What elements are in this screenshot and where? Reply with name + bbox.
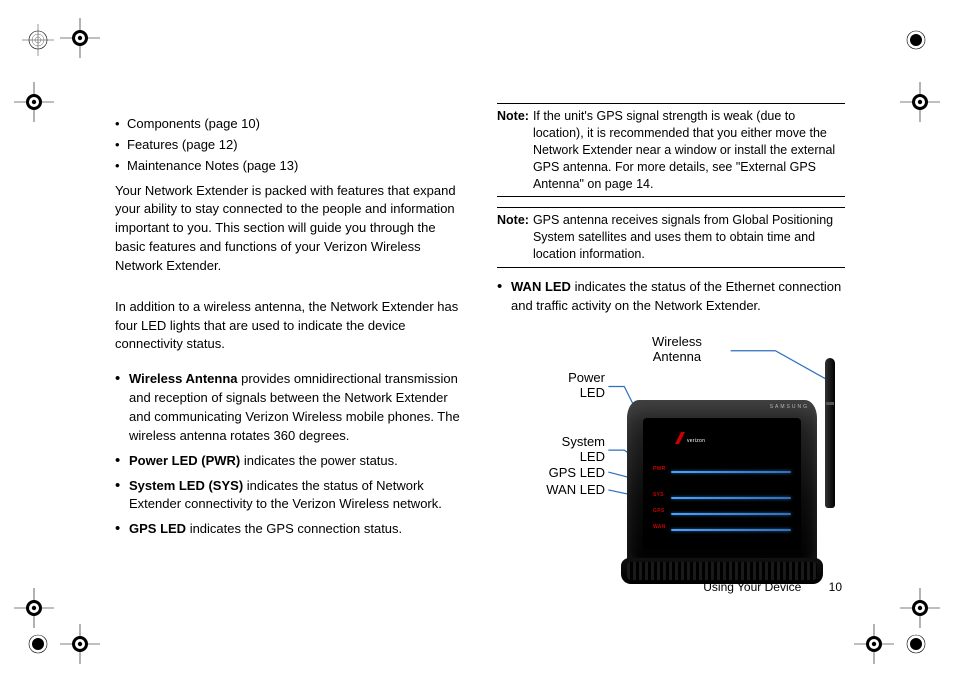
feature-item: Power LED (PWR) indicates the power stat…	[115, 452, 463, 471]
callout-text: Antenna	[652, 349, 702, 365]
crosshair-icon	[60, 624, 100, 664]
callout-power-led: Power LED	[555, 370, 605, 401]
callout-text: Power	[555, 370, 605, 386]
crop-mark-icon	[18, 624, 58, 664]
device-antenna-icon	[825, 358, 835, 508]
led-label: PWR	[653, 466, 666, 473]
callout-gps-led: GPS LED	[541, 465, 605, 481]
callout-text: System	[547, 434, 605, 450]
footer-page-number: 10	[829, 580, 842, 594]
callout-wan-led: WAN LED	[541, 482, 605, 498]
logo-text: verizon	[687, 438, 705, 445]
feature-text: indicates the GPS connection status.	[186, 521, 402, 536]
callout-text: LED	[555, 385, 605, 401]
page-footer: Using Your Device 10	[703, 580, 842, 594]
led-row-wan: WAN	[653, 526, 793, 532]
crosshair-icon	[14, 588, 54, 628]
callout-text: WAN LED	[546, 482, 605, 497]
toc-item: Maintenance Notes (page 13)	[115, 157, 463, 176]
feature-list: WAN LED indicates the status of the Ethe…	[497, 278, 845, 316]
toc-item: Features (page 12)	[115, 136, 463, 155]
feature-item: Wireless Antenna provides omnidirectiona…	[115, 370, 463, 445]
callout-system-led: System LED	[547, 434, 605, 465]
feature-item: WAN LED indicates the status of the Ethe…	[497, 278, 845, 316]
brand-logo: SAMSUNG	[770, 404, 809, 411]
device-face: verizon PWR SYS GPS WAN	[643, 418, 801, 550]
led-light-icon	[671, 497, 791, 499]
crosshair-icon	[900, 588, 940, 628]
feature-label: GPS LED	[129, 521, 186, 536]
feature-text: indicates the power status.	[240, 453, 398, 468]
feature-list: Wireless Antenna provides omnidirectiona…	[115, 370, 463, 539]
feature-label: WAN LED	[511, 279, 571, 294]
verizon-logo-icon: verizon	[673, 430, 719, 446]
callout-text: Wireless	[652, 334, 702, 350]
feature-label: Wireless Antenna	[129, 371, 238, 386]
led-light-icon	[671, 529, 791, 531]
led-light-icon	[671, 471, 791, 473]
toc-list: Components (page 10) Features (page 12) …	[115, 115, 463, 176]
note-block: Note: If the unit's GPS signal strength …	[497, 103, 845, 197]
left-column: Components (page 10) Features (page 12) …	[115, 115, 463, 634]
crosshair-icon	[900, 82, 940, 122]
callout-text: LED	[547, 449, 605, 465]
callout-text: GPS LED	[549, 465, 605, 480]
led-light-icon	[671, 513, 791, 515]
feature-item: System LED (SYS) indicates the status of…	[115, 477, 463, 515]
intro-paragraph: Your Network Extender is packed with fea…	[115, 182, 463, 276]
note-label: Note:	[497, 108, 529, 192]
feature-label: Power LED (PWR)	[129, 453, 240, 468]
toc-item: Components (page 10)	[115, 115, 463, 134]
crop-mark-icon	[18, 20, 58, 60]
note-text: GPS antenna receives signals from Global…	[533, 212, 845, 263]
right-column: Note: If the unit's GPS signal strength …	[497, 103, 845, 622]
led-label: WAN	[653, 524, 666, 531]
led-row-sys: SYS	[653, 494, 793, 500]
led-intro-paragraph: In addition to a wireless antenna, the N…	[115, 298, 463, 355]
crop-mark-icon	[896, 624, 936, 664]
note-label: Note:	[497, 212, 529, 263]
led-label: SYS	[653, 492, 664, 499]
note-text: If the unit's GPS signal strength is wea…	[533, 108, 845, 192]
device-illustration: SAMSUNG verizon PWR SYS GPS WAN	[627, 386, 837, 584]
crosshair-icon	[60, 18, 100, 58]
feature-label: System LED (SYS)	[129, 478, 243, 493]
crop-mark-icon	[896, 20, 936, 60]
crosshair-icon	[14, 82, 54, 122]
led-row-pwr: PWR	[653, 468, 793, 474]
crosshair-icon	[854, 624, 894, 664]
note-block: Note: GPS antenna receives signals from …	[497, 207, 845, 268]
footer-section: Using Your Device	[703, 580, 801, 594]
page-columns: Components (page 10) Features (page 12) …	[115, 115, 845, 634]
device-diagram: Wireless Antenna Power LED System LED GP…	[497, 332, 845, 622]
feature-item: GPS LED indicates the GPS connection sta…	[115, 520, 463, 539]
led-row-gps: GPS	[653, 510, 793, 516]
callout-wireless-antenna: Wireless Antenna	[652, 334, 702, 365]
led-label: GPS	[653, 508, 664, 515]
